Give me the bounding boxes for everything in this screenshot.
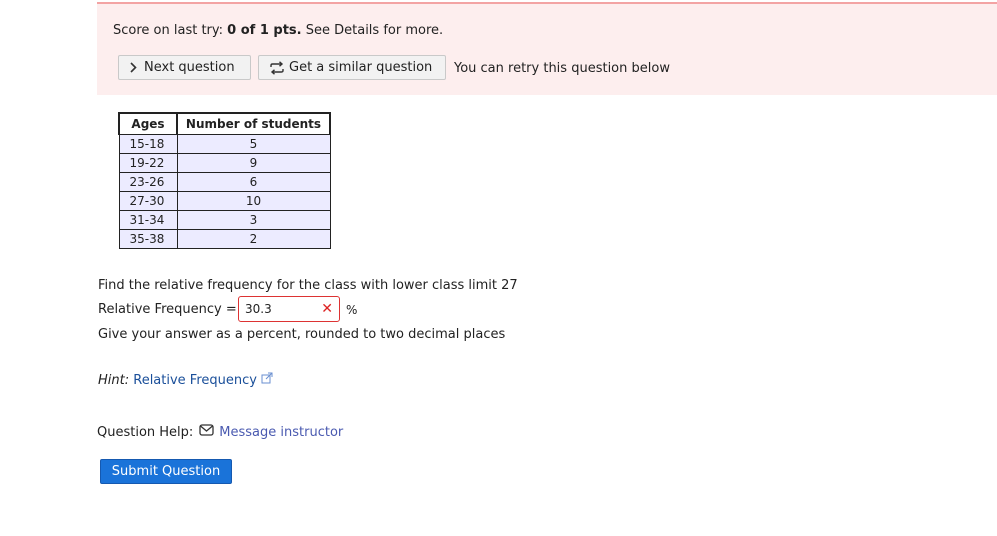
count-cell: 2 <box>176 228 331 249</box>
hint-link[interactable]: Relative Frequency <box>133 372 273 388</box>
next-question-label: Next question <box>144 60 235 75</box>
hint-link-text: Relative Frequency <box>133 373 257 388</box>
count-cell: 6 <box>176 171 331 192</box>
message-instructor-label: Message instructor <box>219 424 344 440</box>
age-cell: 23-26 <box>118 171 178 192</box>
table-row: 19-22 9 <box>118 152 331 173</box>
next-question-button[interactable]: Next question <box>118 55 251 80</box>
score-suffix: See Details for more. <box>301 23 444 38</box>
count-cell: 5 <box>176 133 331 154</box>
count-cell: 3 <box>176 209 331 230</box>
score-prefix: Score on last try: <box>113 23 228 38</box>
answer-value: 30.3 <box>245 302 272 316</box>
age-cell: 35-38 <box>118 228 178 249</box>
table-row: 23-26 6 <box>118 171 331 192</box>
age-cell: 15-18 <box>118 133 178 154</box>
table-row: 31-34 3 <box>118 209 331 230</box>
hint-label: Hint: <box>98 373 130 388</box>
age-cell: 31-34 <box>118 209 178 230</box>
header-number-of-students: Number of students <box>176 112 331 135</box>
count-cell: 9 <box>176 152 331 173</box>
refresh-icon <box>269 60 285 75</box>
similar-question-button[interactable]: Get a similar question <box>258 55 446 80</box>
message-instructor-link[interactable]: Message instructor <box>199 424 343 440</box>
relative-frequency-label: Relative Frequency = <box>98 302 237 317</box>
score-value: 0 of 1 pts. <box>227 23 302 38</box>
chevron-right-icon <box>129 62 137 73</box>
table-header-row: Ages Number of students <box>118 112 331 135</box>
submit-question-button[interactable]: Submit Question <box>100 459 232 484</box>
score-line: Score on last try: 0 of 1 pts. See Detai… <box>113 23 443 38</box>
retry-note: You can retry this question below <box>454 61 670 76</box>
external-link-icon <box>261 372 273 388</box>
similar-question-label: Get a similar question <box>289 60 433 75</box>
answer-input[interactable]: 30.3 ✕ <box>238 296 340 322</box>
percent-unit: % <box>346 303 358 317</box>
table-row: 15-18 5 <box>118 133 331 154</box>
envelope-icon <box>199 424 214 440</box>
score-banner: Score on last try: 0 of 1 pts. See Detai… <box>97 2 997 95</box>
header-ages: Ages <box>118 112 178 135</box>
age-cell: 27-30 <box>118 190 178 211</box>
question-help-label: Question Help: <box>97 424 194 440</box>
x-mark-icon: ✕ <box>321 301 333 317</box>
table-row: 27-30 10 <box>118 190 331 211</box>
hint: Hint: Relative Frequency <box>98 372 273 388</box>
age-cell: 19-22 <box>118 152 178 173</box>
question-help: Question Help: Message instructor <box>97 424 343 440</box>
count-cell: 10 <box>176 190 331 211</box>
question-prompt: Find the relative frequency for the clas… <box>98 278 518 293</box>
frequency-table: Ages Number of students 15-18 5 19-22 9 … <box>118 112 331 249</box>
table-row: 35-38 2 <box>118 228 331 249</box>
answer-instruction: Give your answer as a percent, rounded t… <box>98 327 506 342</box>
